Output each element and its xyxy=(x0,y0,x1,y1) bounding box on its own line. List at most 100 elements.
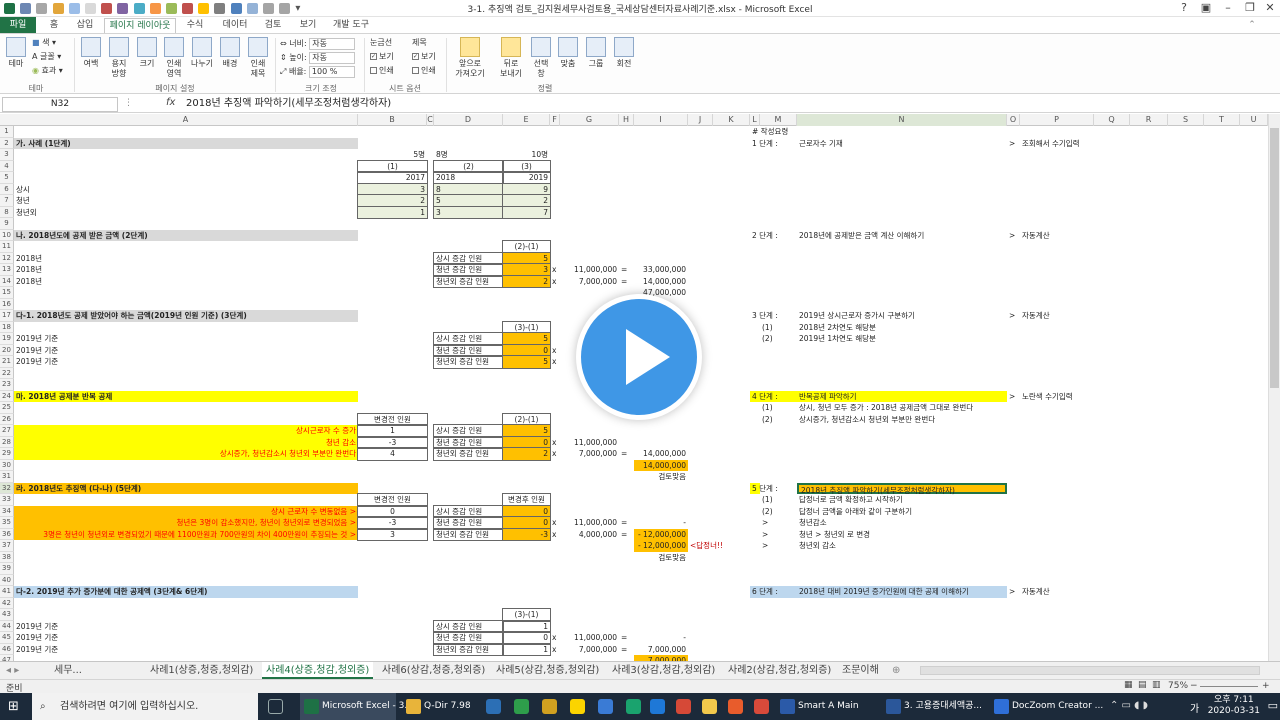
cell-m25[interactable]: (1) xyxy=(760,402,797,414)
cell-e5[interactable]: 2019 xyxy=(502,171,551,185)
row-header-21[interactable]: 21 xyxy=(0,356,14,368)
row-header-18[interactable]: 18 xyxy=(0,321,14,333)
cell-n24[interactable]: 반복공제 파악하기 xyxy=(797,390,1007,402)
row-header-32[interactable]: 32 xyxy=(0,482,14,494)
cell-e4[interactable]: (3) xyxy=(502,159,551,173)
scale-input[interactable]: 100 % xyxy=(308,66,355,78)
cell-d29[interactable]: 청년외 증감 인원 xyxy=(433,447,504,461)
sheet-tab-2[interactable]: 사례4(상증,청감,청외증) xyxy=(262,662,374,679)
zoom-in-icon[interactable]: + xyxy=(1262,681,1270,691)
orientation-button[interactable]: 용지 방향 xyxy=(106,37,132,79)
cell-a8[interactable]: 청년외 xyxy=(14,207,358,219)
cell-g36[interactable]: 4,000,000 xyxy=(560,529,619,541)
cell-d13[interactable]: 청년 증감 인원 xyxy=(433,263,504,277)
insert-function-icon[interactable]: fx xyxy=(166,97,175,108)
cell-o10[interactable]: > xyxy=(1007,230,1020,242)
row-header-30[interactable]: 30 xyxy=(0,459,14,471)
cell-o24[interactable]: > xyxy=(1007,391,1020,403)
cell-l2[interactable]: 1 단계 : xyxy=(750,138,778,150)
ime-indicator[interactable]: 가 xyxy=(1190,700,1199,715)
cell-m36[interactable]: > xyxy=(760,529,797,541)
themes-button[interactable]: 테마 xyxy=(4,37,28,69)
taskbar-clock[interactable]: 오후 7:11 2020-03-31 xyxy=(1208,695,1260,717)
cell-l24[interactable]: 4 단계 : xyxy=(750,390,797,402)
cell-b29[interactable]: 4 xyxy=(357,447,428,461)
column-header-s[interactable]: S xyxy=(1168,114,1204,126)
sheet-tab-7[interactable]: 조문이해 xyxy=(842,662,879,679)
cell-i31[interactable]: 검토맞음 xyxy=(634,471,688,483)
cell-e34[interactable]: 0 xyxy=(502,504,551,518)
cell-m33[interactable]: (1) xyxy=(760,494,797,506)
cell-f35[interactable]: x xyxy=(550,517,560,529)
cell-i46[interactable]: 7,000,000 xyxy=(634,644,688,656)
cell-l10[interactable]: 2 단계 : xyxy=(750,230,778,242)
cell-n37[interactable]: 청년외 감소 xyxy=(797,540,1007,552)
row-header-27[interactable]: 27 xyxy=(0,425,14,437)
cell-a36[interactable]: 3명은 청년이 청년외로 변경되었기 때문에 1100만원과 700만원의 차이… xyxy=(14,528,358,540)
row-header-28[interactable]: 28 xyxy=(0,436,14,448)
cell-i14[interactable]: 14,000,000 xyxy=(634,276,688,288)
cell-o17[interactable]: > xyxy=(1007,310,1020,322)
cell-e36[interactable]: -3 xyxy=(502,527,551,541)
column-header-q[interactable]: Q xyxy=(1094,114,1130,126)
cell-h36[interactable]: = xyxy=(619,529,634,541)
cell-m35[interactable]: > xyxy=(760,517,797,529)
row-header-6[interactable]: 6 xyxy=(0,183,14,195)
cell-a44[interactable]: 2019년 기준 xyxy=(14,621,358,633)
cell-a29[interactable]: 상시증가, 청년감소시 청년외 부분만 완번다 xyxy=(14,448,358,460)
cell-f45[interactable]: x xyxy=(550,632,560,644)
kakaotalk-icon[interactable] xyxy=(570,699,585,714)
cell-e11[interactable]: (2)-(1) xyxy=(502,240,551,254)
cell-d45[interactable]: 청년 증감 인원 xyxy=(433,631,504,645)
pinned-app-icon[interactable] xyxy=(754,699,769,714)
sheet-tab-1[interactable]: 사례1(상증,청증,청외감) xyxy=(150,662,253,679)
column-header-p[interactable]: P xyxy=(1020,114,1094,126)
column-header-c[interactable]: C xyxy=(427,114,434,126)
tab-data[interactable]: 데이터 xyxy=(218,18,252,33)
row-header-45[interactable]: 45 xyxy=(0,632,14,644)
row-header-38[interactable]: 38 xyxy=(0,551,14,563)
row-header-31[interactable]: 31 xyxy=(0,471,14,483)
cell-a28[interactable]: 청년 감소 xyxy=(14,436,358,448)
send-backward-button[interactable]: 뒤로 보내기 xyxy=(494,37,528,79)
column-header-j[interactable]: J xyxy=(688,114,713,126)
row-header-44[interactable]: 44 xyxy=(0,620,14,632)
column-header-a[interactable]: A xyxy=(14,114,358,126)
bring-forward-button[interactable]: 앞으로 가져오기 xyxy=(450,37,490,79)
gridlines-view-checkbox[interactable]: ✓ 보기 xyxy=(370,52,394,62)
cell-p41[interactable]: 자동계산 xyxy=(1020,586,1094,598)
tab-file[interactable]: 파일 xyxy=(0,17,36,33)
cell-e35[interactable]: 0 xyxy=(502,516,551,530)
row-header-36[interactable]: 36 xyxy=(0,528,14,540)
taskbar-app-qdir[interactable]: Q-Dir 7.98 xyxy=(402,693,472,720)
height-select[interactable]: 자동 xyxy=(309,52,356,64)
cell-d44[interactable]: 상시 증감 인원 xyxy=(433,619,504,633)
cell-a2[interactable]: 가. 사례 (1단계) xyxy=(14,137,358,149)
cell-e3[interactable]: 10명 xyxy=(503,149,550,161)
cell-g35[interactable]: 11,000,000 xyxy=(560,517,619,529)
cell-a17[interactable]: 다-1. 2018년도 공제 받았어야 하는 금액(2019년 인원 기준) (… xyxy=(14,310,358,322)
video-play-button[interactable] xyxy=(576,294,702,420)
headings-print-checkbox[interactable]: 인쇄 xyxy=(412,66,436,76)
cell-f14[interactable]: x xyxy=(550,276,560,288)
sheet-tab-0[interactable]: 세무... xyxy=(54,662,82,679)
print-titles-button[interactable]: 인쇄 제목 xyxy=(246,37,270,79)
cell-h45[interactable]: = xyxy=(619,632,634,644)
horizontal-scrollbar[interactable] xyxy=(920,666,1260,675)
cell-b36[interactable]: 3 xyxy=(357,527,428,541)
cell-n10[interactable]: 2018년에 공제받은 금액 계산 이해하기 xyxy=(797,230,1007,242)
theme-effects-button[interactable]: ◉ 효과 ▾ xyxy=(32,66,63,76)
cell-b27[interactable]: 1 xyxy=(357,424,428,438)
cell-n25[interactable]: 상시, 청년 모두 증가 : 2018년 공제금액 그대로 완번다 xyxy=(797,402,1007,414)
cell-l32[interactable]: 5 단계 : xyxy=(750,482,778,494)
cell-e44[interactable]: 1 xyxy=(502,619,551,633)
new-sheet-icon[interactable]: ⊕ xyxy=(892,662,900,679)
row-header-8[interactable]: 8 xyxy=(0,206,14,218)
row-header-9[interactable]: 9 xyxy=(0,218,14,230)
cell-d20[interactable]: 청년 증감 인원 xyxy=(433,343,504,357)
breaks-button[interactable]: 나누기 xyxy=(188,37,216,69)
column-header-d[interactable]: D xyxy=(434,114,503,126)
cell-e14[interactable]: 2 xyxy=(502,274,551,288)
row-header-2[interactable]: 2 xyxy=(0,137,14,149)
column-header-u[interactable]: U xyxy=(1240,114,1268,126)
